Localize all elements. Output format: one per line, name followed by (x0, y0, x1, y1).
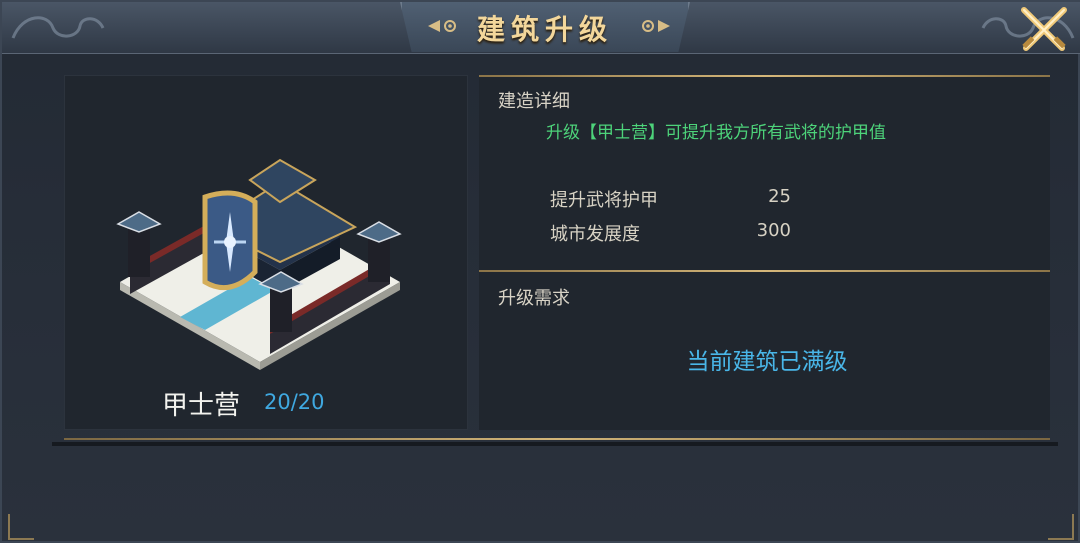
building-name: 甲士营 (162, 391, 241, 421)
bottom-shadow (52, 442, 1058, 446)
close-button[interactable] (1014, 4, 1074, 54)
building-level: 20/20 (264, 390, 325, 414)
divider (479, 270, 1050, 272)
close-swords-icon (1021, 7, 1067, 51)
stat-value: 300 (756, 220, 791, 241)
upgrade-dialog: 建筑升级 甲士营 20/20 建造详细 升级【甲士营】可提升我方所有武将的护甲值… (0, 0, 1080, 543)
dialog-title: 建筑升级 (476, 13, 613, 46)
barracks-building-illustration (116, 158, 402, 370)
details-section-title: 建造详细 (498, 91, 570, 112)
stat-value: 25 (768, 186, 791, 207)
upgrade-description: 升级【甲士营】可提升我方所有武将的护甲值 (546, 123, 886, 143)
stat-label: 城市发展度 (550, 224, 640, 245)
frame-corner-ornament (8, 514, 34, 540)
bottom-divider (64, 438, 1050, 440)
divider (479, 75, 1050, 77)
stat-label: 提升武将护甲 (550, 190, 658, 211)
frame-corner-ornament (1048, 514, 1074, 540)
cloud-ornament-icon (11, 16, 105, 39)
max-level-status: 当前建筑已满级 (686, 349, 848, 375)
requirements-section-title: 升级需求 (498, 288, 570, 309)
